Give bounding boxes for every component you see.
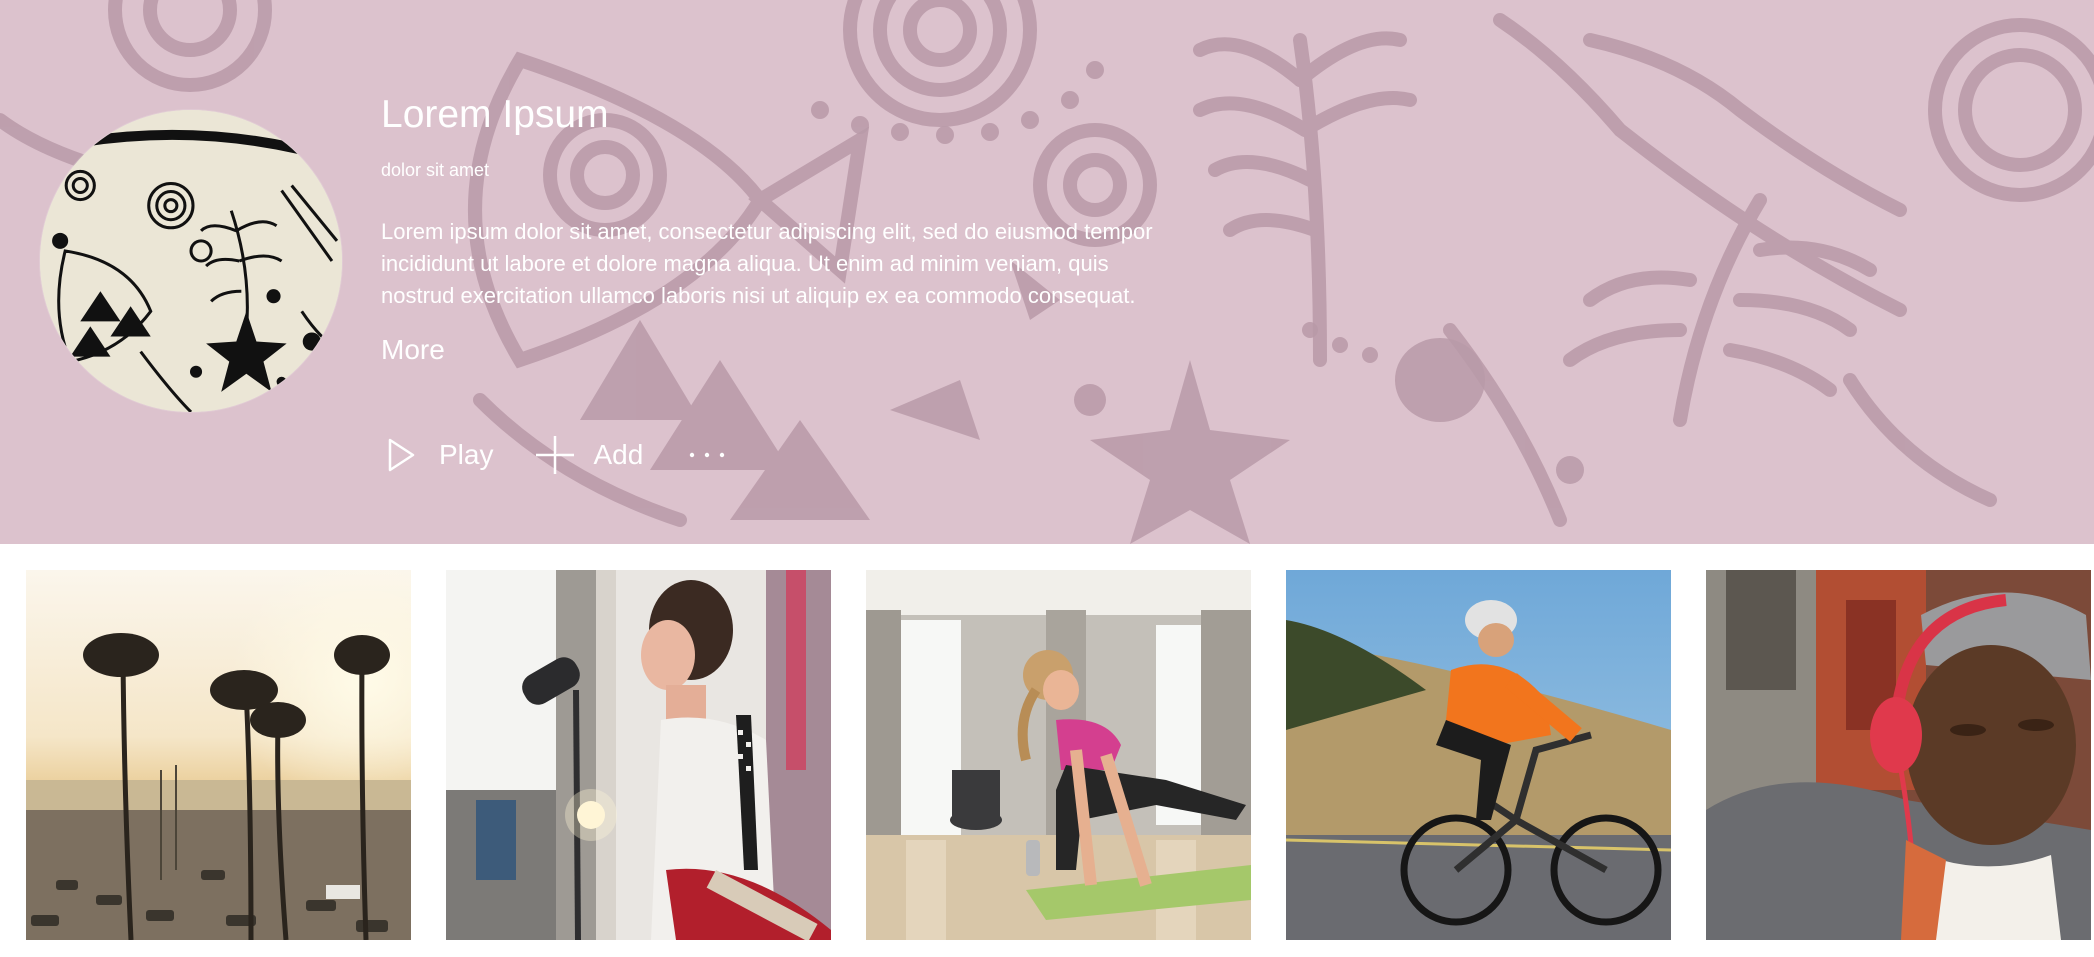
ellipsis-icon [687, 435, 727, 475]
media-tile-palm-trees[interactable] [26, 570, 411, 940]
yoga-image [866, 570, 1251, 940]
add-button[interactable]: Add [535, 435, 643, 475]
hero-album-art [40, 110, 342, 412]
play-button[interactable]: Play [381, 435, 493, 475]
palm-trees-image [26, 570, 411, 940]
media-tile-cyclist[interactable] [1286, 570, 1671, 940]
more-options-button[interactable] [685, 435, 729, 475]
media-tile-headphones[interactable] [1706, 570, 2091, 940]
singer-image [446, 570, 831, 940]
hero-banner: Lorem Ipsum dolor sit amet Lorem ipsum d… [0, 0, 2094, 544]
hero-text-block: Lorem Ipsum dolor sit amet Lorem ipsum d… [381, 86, 1181, 368]
add-button-label: Add [593, 439, 644, 470]
play-button-label: Play [439, 439, 494, 470]
hero-title: Lorem Ipsum [381, 93, 609, 136]
plus-icon [535, 435, 575, 475]
play-icon [381, 435, 421, 475]
hero-action-bar: Play Add [381, 430, 729, 480]
hero-subtitle: dolor sit amet [381, 160, 490, 180]
headphones-image [1706, 570, 2091, 940]
hero-description: Lorem ipsum dolor sit amet, consectetur … [381, 219, 1153, 308]
media-tile-yoga[interactable] [866, 570, 1251, 940]
cyclist-image [1286, 570, 1671, 940]
media-tile-row [26, 570, 2091, 940]
more-link[interactable]: More [381, 332, 445, 368]
media-tile-singer[interactable] [446, 570, 831, 940]
